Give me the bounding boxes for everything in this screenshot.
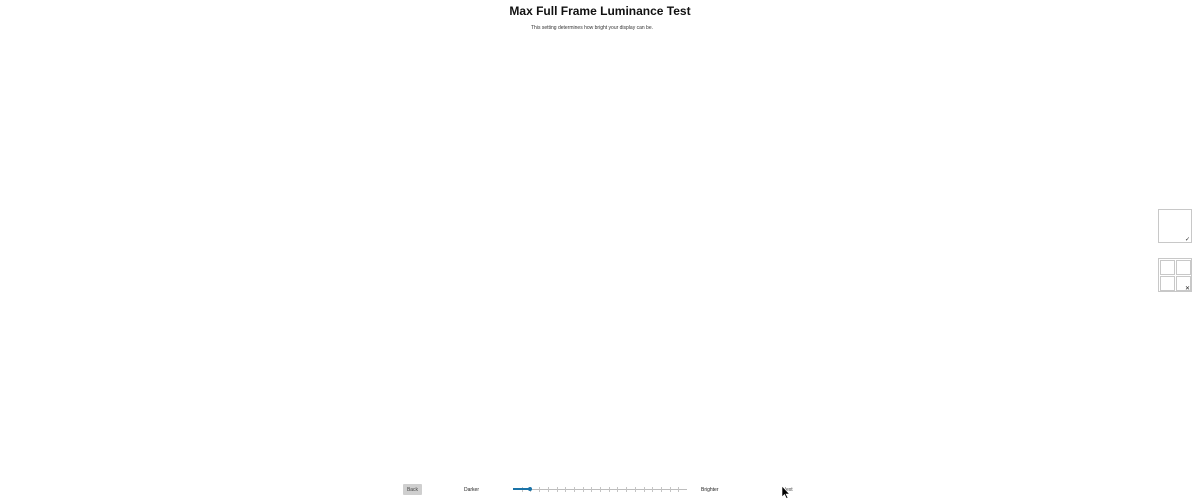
slider-tick <box>608 487 610 492</box>
slider-tick <box>652 487 654 492</box>
page-title: Max Full Frame Luminance Test <box>509 4 691 18</box>
slider-tick <box>643 487 645 492</box>
checkmark-icon: ✓ <box>1184 237 1190 243</box>
hdr-calibration-page: Max Full Frame Luminance Test This setti… <box>0 0 1200 502</box>
slider-thumb[interactable] <box>528 487 533 491</box>
x-icon: ✕ <box>1184 286 1190 292</box>
slider-tick <box>539 487 541 492</box>
slider-tick <box>617 487 619 492</box>
slider-tick <box>678 487 680 492</box>
preview-quadrant <box>1160 260 1175 275</box>
slider-tick <box>669 487 671 492</box>
slider-tick <box>600 487 601 492</box>
preview-quadrant <box>1160 276 1175 291</box>
slider-tick <box>582 487 584 492</box>
page-description: This setting determines how bright your … <box>531 25 654 31</box>
brighter-label: Brighter <box>701 487 719 493</box>
back-button[interactable]: Back <box>403 484 422 495</box>
slider-tick <box>660 487 662 492</box>
preview-quadrant <box>1176 260 1191 275</box>
slider-tick <box>634 487 636 492</box>
slider-tick <box>547 487 549 492</box>
slider-tick <box>626 487 628 492</box>
luminance-slider[interactable] <box>513 483 687 495</box>
slider-tick <box>565 487 567 492</box>
slider-tick <box>556 487 558 492</box>
preview-incorrect: ✕ <box>1158 258 1192 292</box>
preview-correct: ✓ <box>1158 209 1192 243</box>
slider-tick <box>573 487 575 492</box>
slider-tick <box>591 487 593 492</box>
mouse-cursor-icon <box>781 486 791 499</box>
darker-label: Darker <box>464 487 480 493</box>
